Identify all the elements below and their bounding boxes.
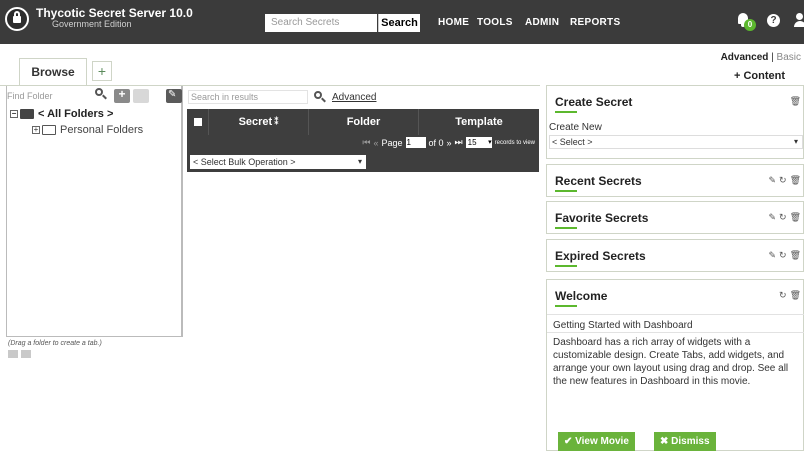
bulk-operation-select[interactable]: < Select Bulk Operation > — [190, 155, 366, 169]
app-subtitle: Government Edition — [52, 19, 132, 29]
basic-mode-link[interactable]: Basic — [777, 52, 801, 63]
next-page-icon[interactable]: » — [447, 138, 452, 148]
widget-divider — [547, 314, 804, 315]
collapse-icon[interactable]: − — [10, 110, 18, 118]
widget-title: Favorite Secrets — [555, 211, 649, 225]
nav-admin[interactable]: ADMIN — [525, 17, 559, 28]
prev-page-icon[interactable]: « — [373, 138, 378, 148]
top-bar: Thycotic Secret Server 10.0 Government E… — [0, 0, 804, 44]
refresh-icon[interactable]: ↻ — [779, 250, 787, 261]
search-button[interactable]: Search — [378, 14, 420, 32]
widget-title: Welcome — [555, 289, 608, 303]
delete-icon[interactable]: 🗑 — [790, 96, 801, 107]
welcome-subtitle: Getting Started with Dashboard — [553, 320, 693, 331]
add-folder-icon[interactable] — [114, 87, 130, 103]
widget-divider — [547, 332, 804, 333]
delete-icon[interactable]: 🗑 — [790, 175, 801, 186]
column-secret[interactable]: Secret ⁑ — [209, 109, 309, 135]
widget-create-secret: Create Secret 🗑 Create New < Select > — [546, 85, 804, 159]
nav-home[interactable]: HOME — [438, 17, 469, 28]
advanced-mode-link[interactable]: Advanced — [721, 52, 769, 63]
widget-title: Create Secret — [555, 95, 633, 109]
search-icon[interactable] — [314, 91, 326, 103]
column-folder[interactable]: Folder — [309, 109, 419, 135]
widget-controls: ✎ ↻ 🗑 — [768, 175, 801, 186]
widget-controls: 🗑 — [790, 96, 801, 107]
title-underline — [555, 305, 577, 307]
title-underline — [555, 190, 577, 192]
nav-reports[interactable]: REPORTS — [570, 17, 620, 28]
expand-icon[interactable]: + — [32, 126, 40, 134]
search-secrets-input[interactable]: Search Secrets — [265, 14, 377, 32]
drag-folder-hint: (Drag a folder to create a tab.) — [8, 340, 102, 347]
notification-badge: 0 — [744, 19, 756, 31]
folder-icon — [42, 125, 56, 135]
title-underline — [555, 227, 577, 229]
last-page-icon[interactable]: ⏭ — [455, 137, 463, 148]
records-label: records to view — [494, 139, 535, 146]
edit-folder-icon[interactable] — [166, 89, 182, 103]
template-select[interactable]: < Select > — [549, 135, 803, 149]
page-number-input[interactable]: 1 — [405, 137, 426, 148]
delete-icon[interactable]: 🗑 — [790, 290, 801, 301]
widget-title: Recent Secrets — [555, 174, 642, 188]
grid-view-icon[interactable] — [21, 350, 31, 358]
user-icon[interactable] — [794, 13, 804, 27]
widget-welcome: Welcome ↻ 🗑 Getting Started with Dashboa… — [546, 279, 804, 451]
tab-browse[interactable]: Browse — [19, 58, 87, 86]
refresh-icon[interactable]: ↻ — [779, 175, 787, 186]
delete-icon[interactable]: 🗑 — [790, 250, 801, 261]
view-movie-button[interactable]: ✔ View Movie — [558, 432, 635, 451]
grid-header: Secret ⁑ Folder Template — [187, 109, 539, 135]
tree-item-label: < All Folders > — [38, 108, 114, 120]
edit-icon[interactable]: ✎ — [768, 175, 776, 186]
app-title: Thycotic Secret Server 10.0 — [36, 6, 193, 20]
tree-item-label: Personal Folders — [60, 124, 144, 136]
widget-recent-secrets: Recent Secrets ✎ ↻ 🗑 — [546, 164, 804, 197]
advanced-search-link[interactable]: Advanced — [332, 92, 376, 103]
view-toggle — [8, 350, 31, 358]
refresh-icon[interactable]: ↻ — [779, 212, 787, 223]
create-new-label: Create New — [549, 122, 602, 133]
help-icon[interactable]: ? — [767, 14, 780, 27]
title-underline — [555, 265, 577, 267]
tree-item-all-folders[interactable]: − < All Folders > — [10, 108, 113, 120]
page-size-select[interactable]: 15 — [465, 137, 492, 148]
page-count: of 0 — [428, 137, 444, 148]
nav-tools[interactable]: TOOLS — [477, 17, 513, 28]
list-view-icon[interactable] — [8, 350, 18, 358]
dismiss-button[interactable]: ✖ Dismiss — [654, 432, 716, 451]
tree-item-personal-folders[interactable]: + Personal Folders — [32, 124, 143, 136]
page-label: Page — [381, 137, 403, 148]
first-page-icon[interactable]: ⏮ — [362, 137, 370, 148]
edit-icon[interactable]: ✎ — [768, 212, 776, 223]
search-results-input[interactable]: Search in results — [188, 90, 308, 104]
add-content-button[interactable]: + Content — [734, 70, 785, 82]
edit-icon[interactable]: ✎ — [768, 250, 776, 261]
find-folder-input[interactable]: Find Folder — [7, 89, 97, 103]
select-all-checkbox[interactable] — [187, 109, 209, 135]
widget-favorite-secrets: Favorite Secrets ✎ ↻ 🗑 — [546, 201, 804, 234]
refresh-icon[interactable]: ↻ — [779, 290, 787, 301]
widget-controls: ✎ ↻ 🗑 — [768, 250, 801, 261]
view-mode-switch: Advanced | Basic — [721, 52, 801, 63]
widget-expired-secrets: Expired Secrets ✎ ↻ 🗑 — [546, 239, 804, 272]
grid-pager: ⏮ « Page 1 of 0 » ⏭ 15 records to view — [187, 135, 539, 152]
folder-icon[interactable] — [133, 89, 149, 103]
column-template[interactable]: Template — [419, 109, 539, 135]
folder-open-icon — [20, 109, 34, 119]
view-mode-separator: | — [771, 52, 774, 63]
add-tab-button[interactable]: + — [92, 61, 112, 81]
logo-lock-icon[interactable] — [5, 7, 29, 31]
grid-divider — [182, 86, 183, 337]
widget-title: Expired Secrets — [555, 249, 646, 263]
title-underline — [555, 111, 577, 113]
delete-icon[interactable]: 🗑 — [790, 212, 801, 223]
welcome-description: Dashboard has a rich array of widgets wi… — [553, 337, 789, 387]
widget-controls: ✎ ↻ 🗑 — [768, 212, 801, 223]
widget-controls: ↻ 🗑 — [779, 290, 801, 301]
bulk-operation-bar: < Select Bulk Operation > — [187, 152, 539, 172]
search-icon[interactable] — [95, 88, 107, 100]
